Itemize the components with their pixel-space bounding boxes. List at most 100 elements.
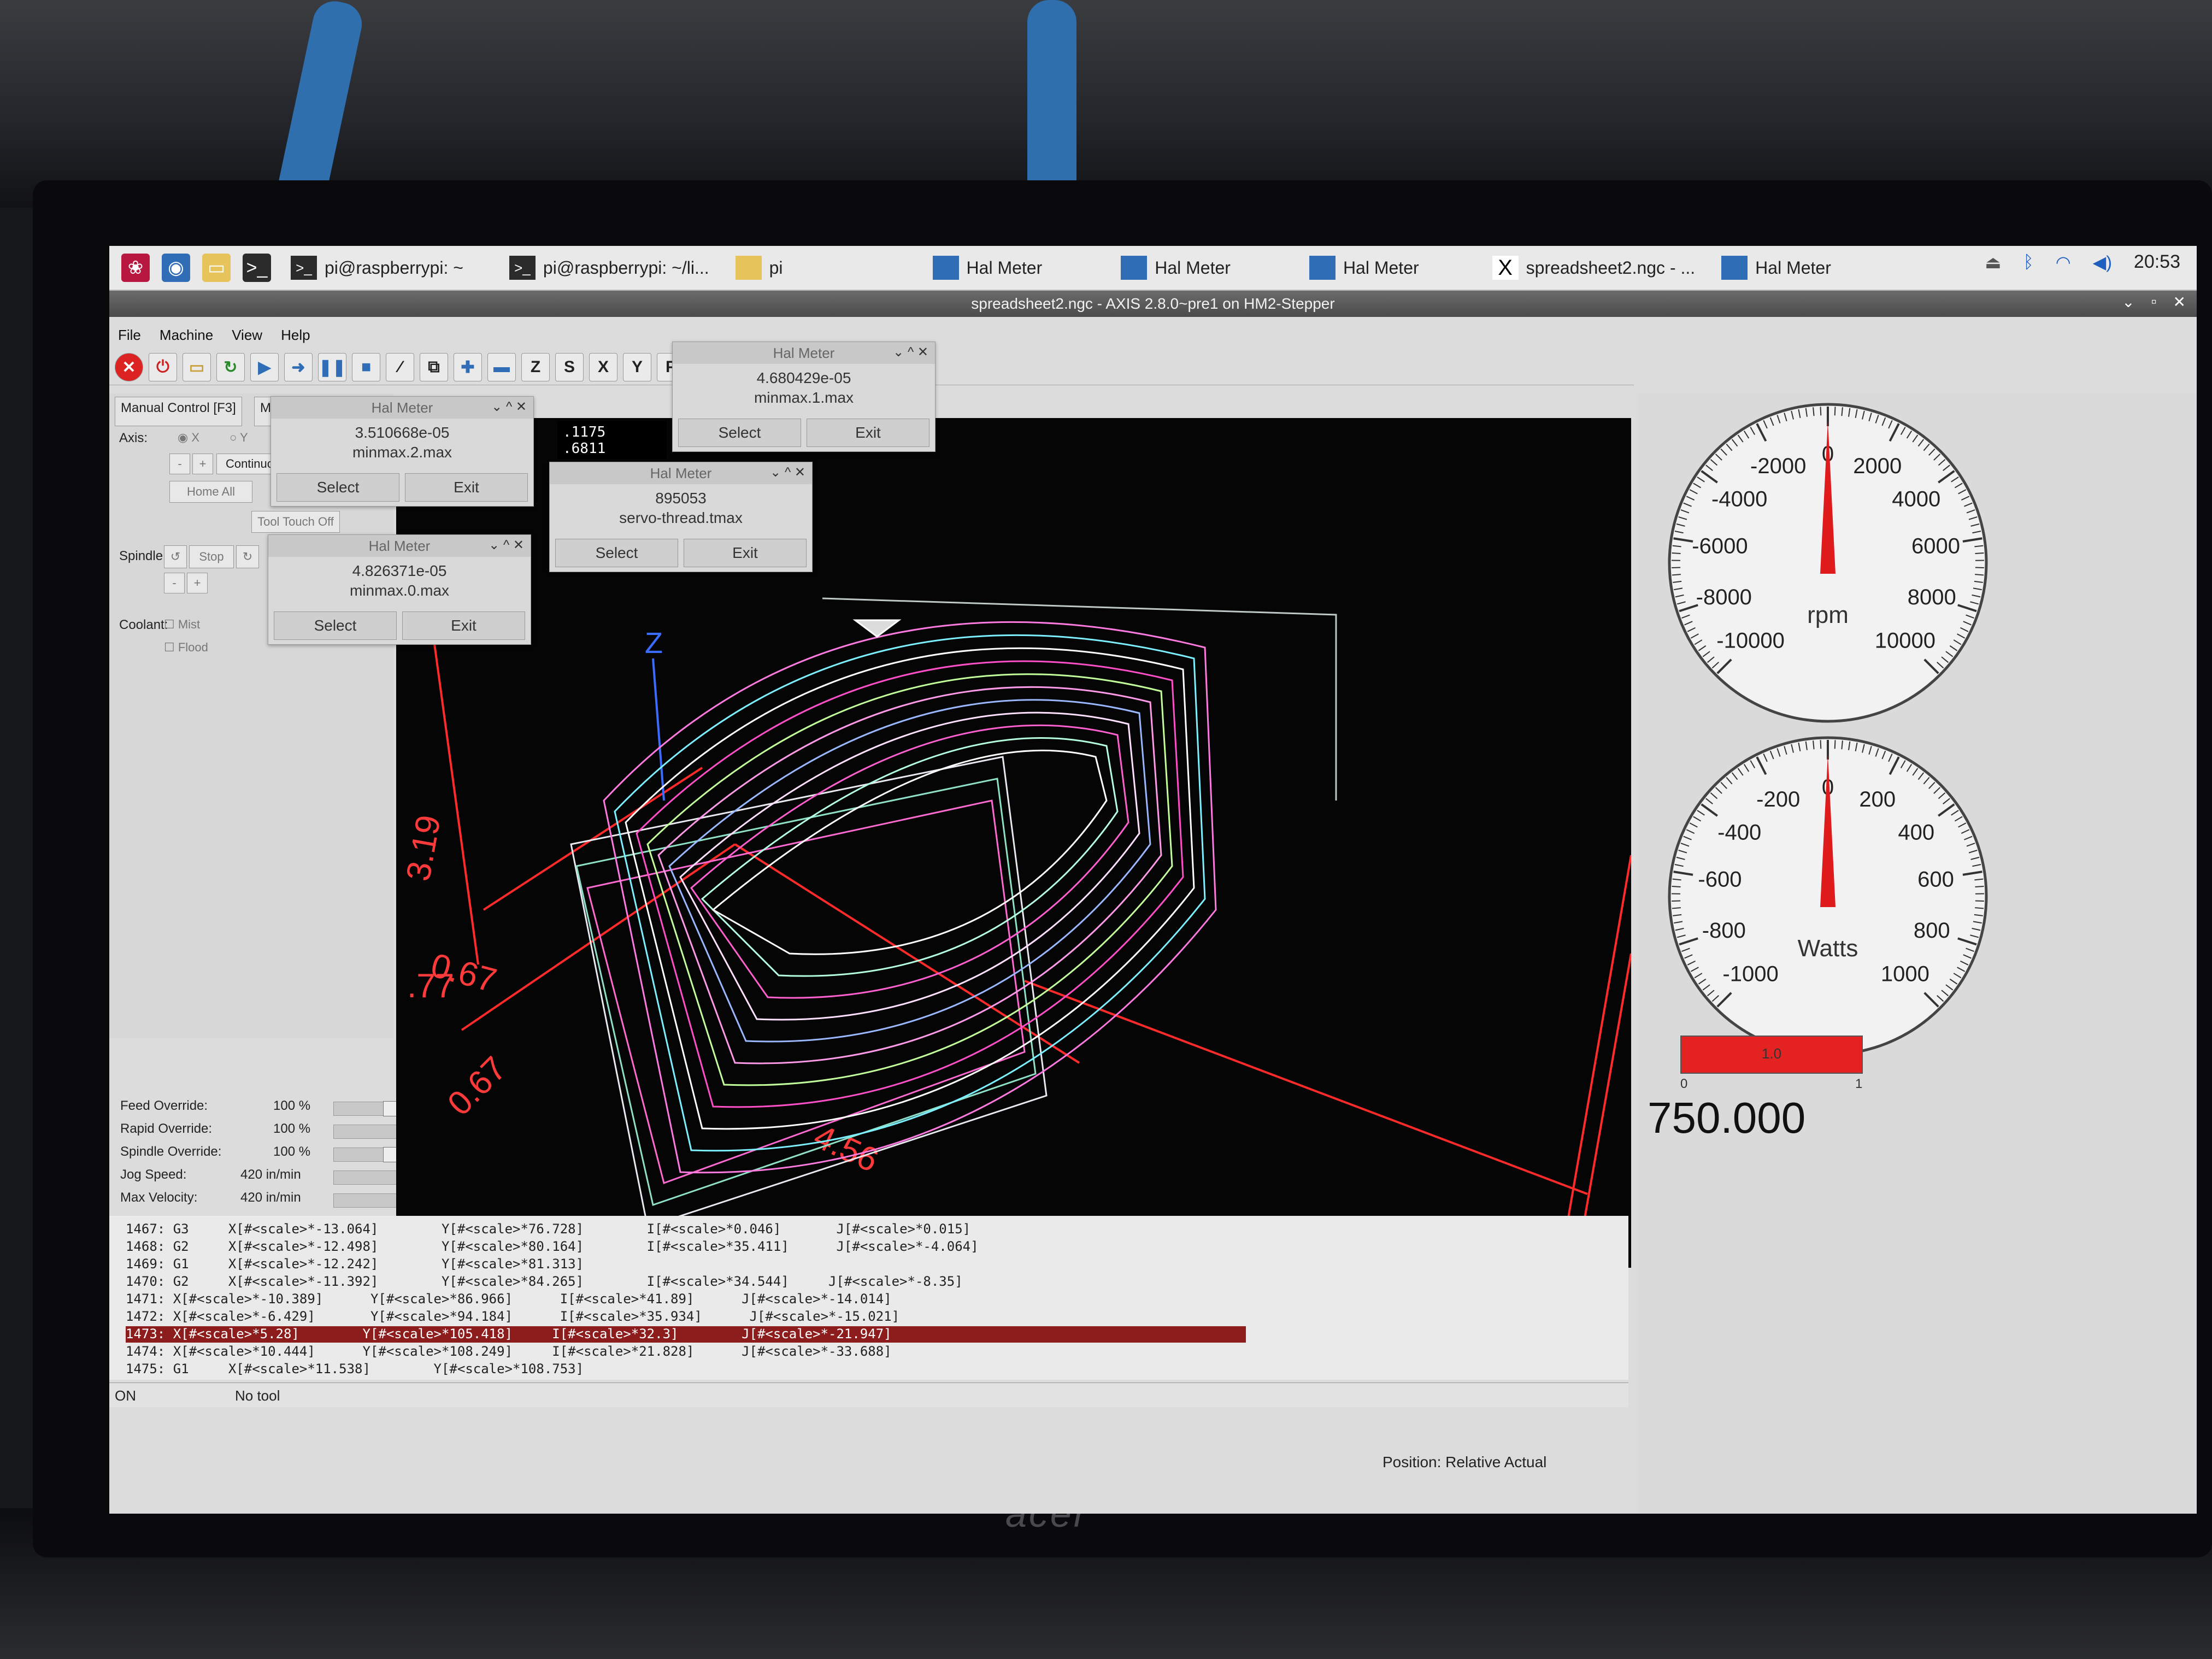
reload-icon[interactable]: ↻ [216,353,245,381]
taskbar-task-terminal[interactable]: >_ pi@raspberrypi: ~ [284,251,470,284]
jog-plus-button[interactable]: + [192,454,213,474]
taskbar-task-folder[interactable]: pi [729,251,790,284]
zoom-in-icon[interactable]: ✚ [454,353,482,381]
gcode-line[interactable]: 1470: G2 X[#<scale>*-11.392] Y[#<scale>*… [126,1274,963,1290]
spindle-faster-button[interactable]: + [187,573,208,593]
window-icon [1309,256,1336,280]
axis-x-radio[interactable]: ◉ X [178,431,199,445]
run-icon[interactable]: ▶ [250,353,279,381]
pause-icon[interactable]: ❚❚ [318,353,346,381]
estop-icon[interactable]: ✕ [115,353,143,381]
view-x-button[interactable]: X [589,353,617,381]
x-window-icon: X [1492,256,1519,280]
optional-stop-icon[interactable]: ⧉ [420,353,448,381]
spindle-stop-button[interactable]: Stop [189,545,234,568]
exit-button[interactable]: Exit [684,539,807,567]
minor-tick [1975,552,1984,555]
status-bar: ON No tool [109,1382,1628,1407]
browser-icon[interactable]: ◉ [162,254,190,282]
close-icon[interactable]: ⌄ ^ ✕ [491,399,527,415]
exit-button[interactable]: Exit [405,473,528,502]
gcode-line[interactable]: 1471: X[#<scale>*-10.389] Y[#<scale>*86.… [126,1291,892,1308]
menu-bar: File Machine View Help [109,322,2197,348]
gcode-listing[interactable]: 1467: G3 X[#<scale>*-13.064] Y[#<scale>*… [109,1216,1628,1380]
taskbar-task-terminal[interactable]: >_ pi@raspberrypi: ~/li... [503,251,716,284]
position-mode: Position: Relative Actual [1382,1454,1547,1470]
hal-meter-buttons: Select Exit [678,419,929,447]
exit-button[interactable]: Exit [807,419,929,447]
exit-button[interactable]: Exit [402,611,525,640]
bluetooth-icon[interactable]: ᛒ [2023,252,2034,272]
jog-speed: Jog Speed: 420 in/min [120,1167,444,1189]
gcode-line[interactable]: 1469: G1 X[#<scale>*-12.242] Y[#<scale>*… [126,1256,584,1273]
pyvcp-panel: -10000 -8000 -6000 -4000 -2000 0 2000 4000 6000 8… [1637,393,2197,1514]
menu-machine[interactable]: Machine [160,327,213,344]
menu-file[interactable]: File [118,327,141,344]
tool-touch-off-button[interactable]: Tool Touch Off [251,511,340,533]
axis-label: Axis: [119,431,148,445]
bounding-lines [428,603,1632,1266]
open-file-icon[interactable]: ▭ [183,353,211,381]
view-z-button[interactable]: Z [521,353,550,381]
spindle-cw-button[interactable]: ↻ [236,545,259,568]
minor-tick [1975,886,1984,888]
view-rotated-button[interactable]: S [555,353,584,381]
gcode-line[interactable]: 1472: X[#<scale>*-6.429] Y[#<scale>*94.1… [126,1309,899,1325]
terminal-icon: >_ [509,256,536,280]
maximize-icon[interactable]: ▫ [2151,293,2157,311]
file-manager-icon[interactable]: ▭ [202,254,231,282]
gcode-line[interactable]: 1468: G2 X[#<scale>*-12.498] Y[#<scale>*… [126,1239,979,1255]
axis-y-radio[interactable]: ○ Y [230,431,248,445]
hal-meter-value: 3.510668e-05 [355,424,450,441]
mist-checkbox[interactable]: ☐ Mist [164,617,200,632]
menu-help[interactable]: Help [281,327,310,344]
volume-icon[interactable]: ◀) [2093,252,2112,273]
close-icon[interactable]: ⌄ ^ ✕ [893,344,928,360]
gcode-line[interactable]: 1475: G1 X[#<scale>*11.538] Y[#<scale>*1… [126,1361,584,1378]
gcode-line-current[interactable]: 1473: X[#<scale>*5.28] Y[#<scale>*105.41… [126,1326,1246,1343]
eject-icon[interactable]: ⏏ [1985,252,2001,273]
home-all-button[interactable]: Home All [169,481,252,503]
taskbar-task-hal-meter[interactable]: Hal Meter [1303,251,1426,284]
gcode-line[interactable]: 1474: X[#<scale>*10.444] Y[#<scale>*108.… [126,1344,892,1360]
taskbar-task-hal-meter[interactable]: Hal Meter [926,251,1049,284]
hal-meter-window: Hal Meter ⌄ ^ ✕ 895053 servo-thread.tmax … [549,462,813,572]
select-button[interactable]: Select [276,473,399,502]
view-y-button[interactable]: Y [623,353,651,381]
spindle-ccw-button[interactable]: ↺ [164,545,187,568]
spindle-slower-button[interactable]: - [164,573,185,593]
minor-tick [1834,407,1836,416]
select-button[interactable]: Select [555,539,678,567]
hal-meter-window: Hal Meter ⌄ ^ ✕ 4.826371e-05 minmax.0.max… [268,534,531,645]
gauge-tick-label: 200 [1859,787,1896,811]
taskbar-task-axis[interactable]: Xspreadsheet2.ngc - ... [1486,251,1702,284]
minimize-icon[interactable]: ⌄ [2122,293,2134,311]
close-icon[interactable]: ⌄ ^ ✕ [770,464,805,480]
block-delete-icon[interactable]: ⁄ [386,353,414,381]
menu-view[interactable]: View [232,327,262,344]
stop-icon[interactable]: ■ [352,353,380,381]
zoom-out-icon[interactable]: ▬ [487,353,516,381]
hal-meter-title: Hal Meter ⌄ ^ ✕ [673,342,935,364]
close-icon[interactable]: ✕ [2173,293,2186,311]
flood-checkbox[interactable]: ☐ Flood [164,640,208,655]
gauge-tick-label: -200 [1756,787,1800,811]
terminal-icon[interactable]: >_ [243,254,271,282]
max-velocity: Max Velocity: 420 in/min [120,1190,444,1212]
step-icon[interactable]: ➜ [284,353,313,381]
gauge-unit-label: rpm [1807,602,1849,628]
select-button[interactable]: Select [274,611,397,640]
tab-manual-control[interactable]: Manual Control [F3] [115,397,242,426]
taskbar-task-hal-meter[interactable]: Hal Meter [1715,251,1838,284]
raspberry-menu-icon[interactable]: ❀ [121,254,150,282]
select-button[interactable]: Select [678,419,801,447]
close-icon[interactable]: ⌄ ^ ✕ [489,537,524,553]
jog-minus-button[interactable]: - [169,454,190,474]
wifi-icon[interactable]: ◠ [2056,252,2071,273]
spinbox-value[interactable]: 750.000 [1648,1093,1805,1143]
taskbar-task-hal-meter[interactable]: Hal Meter [1114,251,1237,284]
gcode-line[interactable]: 1467: G3 X[#<scale>*-13.064] Y[#<scale>*… [126,1221,970,1238]
toolpath [570,597,1337,1228]
machine-power-icon[interactable]: ⏻ [149,353,177,381]
minor-tick [1975,574,1984,576]
